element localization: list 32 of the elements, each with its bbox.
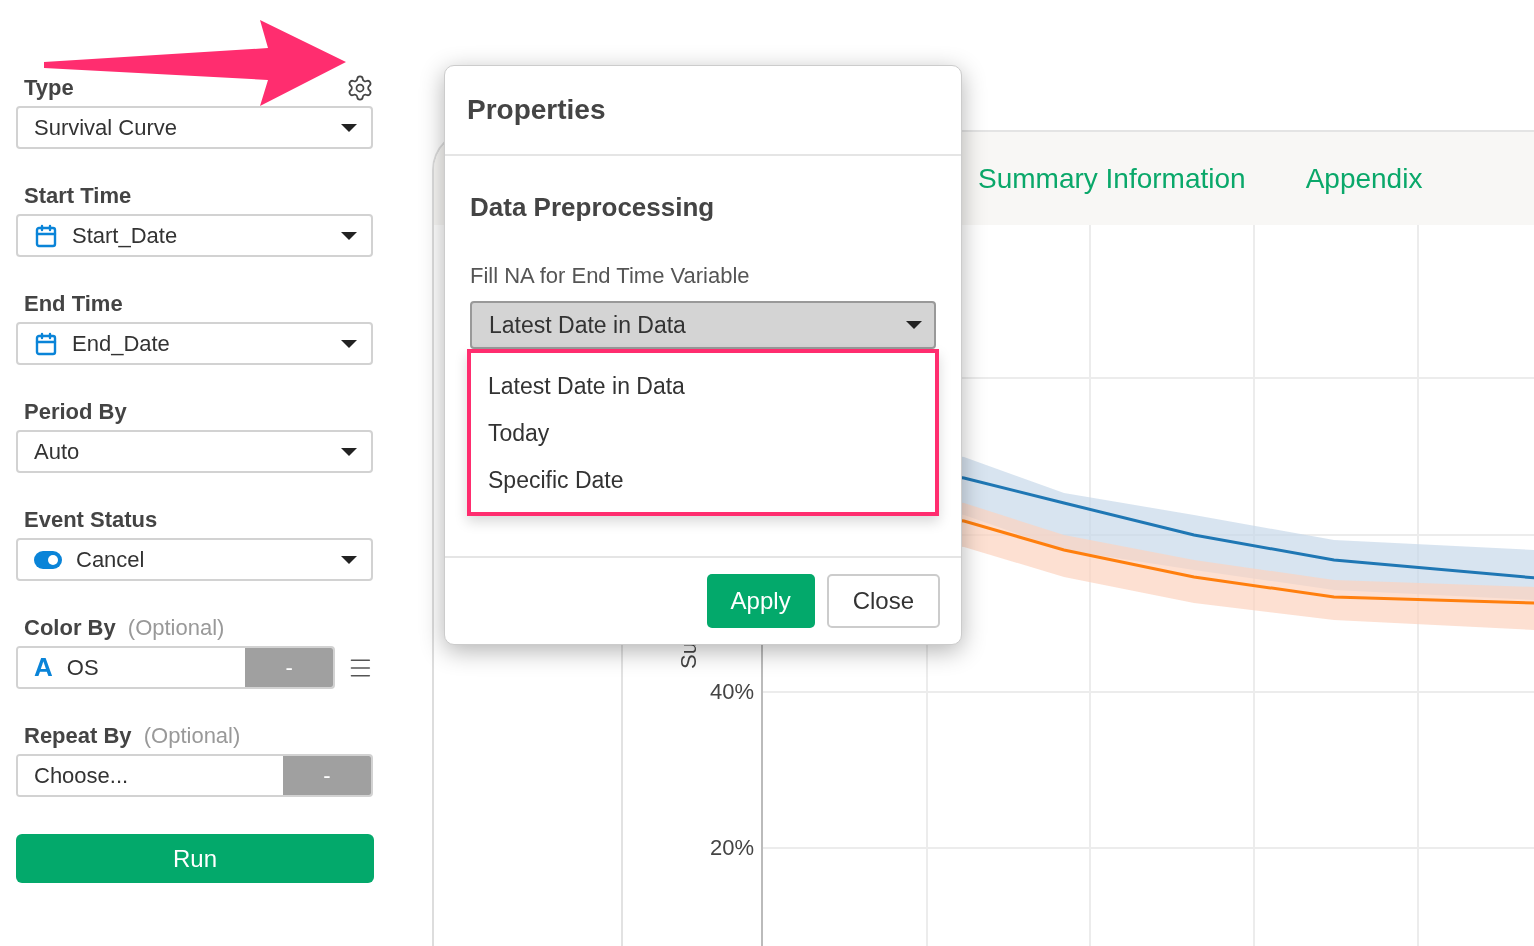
caret-icon <box>341 555 357 564</box>
select-field[interactable]: Cancel <box>16 538 373 581</box>
caret-icon <box>341 447 357 456</box>
section-title: Data Preprocessing <box>470 192 716 223</box>
caret-icon <box>906 321 922 329</box>
field-label: Type <box>24 75 74 101</box>
select-field[interactable]: End_Date <box>16 322 373 365</box>
select-field[interactable]: Auto <box>16 430 373 473</box>
calendar-icon <box>34 223 58 248</box>
dropdown-option[interactable]: Today <box>471 410 935 457</box>
field-label: Color By (Optional) <box>24 615 225 641</box>
caret-icon <box>341 231 357 240</box>
select-field[interactable]: Latest Date in Data <box>470 301 936 349</box>
dropdown-option[interactable]: Specific Date <box>471 457 935 504</box>
dialog-title: Properties <box>467 94 606 126</box>
axis-tick-label: 40% <box>709 679 754 704</box>
caret-icon <box>341 123 357 132</box>
field-label: End Time <box>24 291 123 317</box>
field-label: Repeat By (Optional) <box>24 723 241 749</box>
settings-icon[interactable] <box>346 74 374 102</box>
select-field[interactable]: Start_Date <box>16 214 373 257</box>
field-label: Period By <box>24 399 127 425</box>
close-button[interactable]: Close <box>826 574 940 628</box>
dropdown-option[interactable]: Latest Date in Data <box>471 363 935 410</box>
caret-icon <box>341 339 357 348</box>
axis-tick-label: 20% <box>709 835 754 860</box>
field-label: Fill NA for End Time Variable <box>470 263 751 289</box>
field-label: Start Time <box>24 183 132 209</box>
field-label: Event Status <box>24 507 158 533</box>
toggle-icon <box>34 550 62 569</box>
select-field[interactable]: Survival Curve <box>16 106 373 149</box>
calendar-icon <box>34 331 58 356</box>
